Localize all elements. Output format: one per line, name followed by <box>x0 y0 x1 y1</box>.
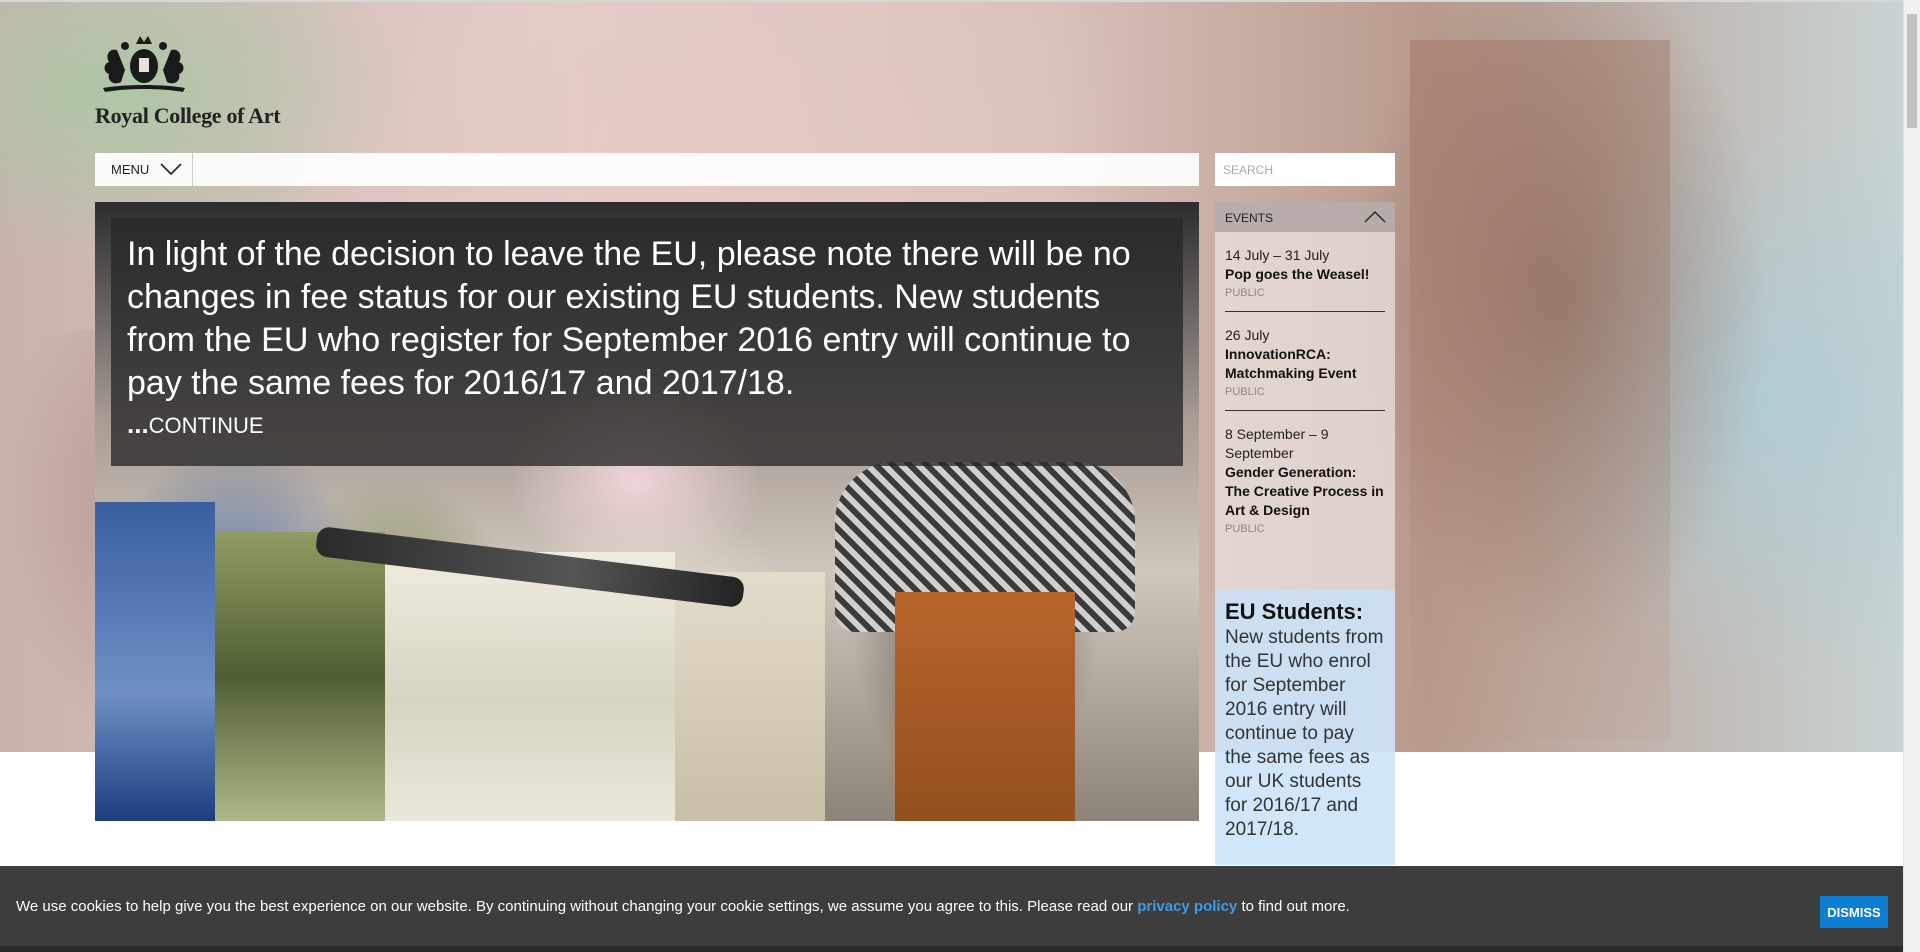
menu-bar: MENU <box>95 153 1199 186</box>
continue-dots: ... <box>127 409 149 439</box>
hero-photo-detail <box>95 502 215 821</box>
hero-image: In light of the decision to leave the EU… <box>95 202 1199 821</box>
event-date: 14 July – 31 July <box>1225 247 1330 263</box>
continue-link[interactable]: ...CONTINUE <box>127 409 264 440</box>
eu-students-notice[interactable]: EU Students: New students from the EU wh… <box>1215 590 1395 865</box>
search-input[interactable] <box>1215 153 1395 186</box>
hero-photo-detail <box>675 572 825 821</box>
cookie-banner: We use cookies to help give you the best… <box>0 866 1904 952</box>
events-panel: EVENTS 14 July – 31 July Pop goes the We… <box>1215 202 1395 590</box>
site-logo[interactable]: Royal College of Art <box>95 30 315 129</box>
royal-crest-icon <box>103 36 185 92</box>
hero-photo-detail <box>215 532 385 821</box>
event-title: Pop goes the Weasel! <box>1225 266 1370 282</box>
event-item[interactable]: 26 July InnovationRCA: Matchmaking Event… <box>1225 312 1385 411</box>
event-tag: PUBLIC <box>1225 287 1265 299</box>
cookie-text-after: to find out more. <box>1237 898 1350 915</box>
dismiss-button[interactable]: DISMISS <box>1820 896 1888 928</box>
eu-notice-body: New students from the EU who enrol for S… <box>1225 627 1384 840</box>
events-header[interactable]: EVENTS <box>1215 202 1395 232</box>
continue-label: CONTINUE <box>148 413 264 438</box>
event-item[interactable]: 8 September – 9 September Gender Generat… <box>1225 411 1385 547</box>
page-scrollbar[interactable] <box>1903 0 1920 952</box>
hero-notice: In light of the decision to leave the EU… <box>111 218 1183 466</box>
privacy-policy-link[interactable]: privacy policy <box>1137 898 1237 915</box>
scrollbar-thumb[interactable] <box>1907 14 1917 128</box>
event-item[interactable]: 14 July – 31 July Pop goes the Weasel! P… <box>1225 232 1385 312</box>
eu-notice-title: EU Students: <box>1225 599 1364 624</box>
event-title: InnovationRCA: Matchmaking Event <box>1225 346 1357 381</box>
event-tag: PUBLIC <box>1225 523 1265 535</box>
hero-photo-detail <box>895 592 1075 821</box>
bottom-strip <box>0 946 1904 952</box>
menu-label: MENU <box>111 162 150 177</box>
event-date: 8 September – 9 September <box>1225 426 1329 461</box>
chevron-down-icon <box>160 163 182 176</box>
background-shape <box>1410 40 1670 740</box>
events-title: EVENTS <box>1225 211 1274 225</box>
chevron-up-icon <box>1364 211 1386 223</box>
event-tag: PUBLIC <box>1225 386 1265 398</box>
menu-button[interactable]: MENU <box>95 153 193 186</box>
cookie-text-before: We use cookies to help give you the best… <box>16 898 1138 915</box>
site-name: Royal College of Art <box>95 103 281 128</box>
cookie-message: We use cookies to help give you the best… <box>16 898 1350 915</box>
hero-notice-text: In light of the decision to leave the EU… <box>127 235 1131 402</box>
event-date: 26 July <box>1225 327 1270 343</box>
event-title: Gender Generation: The Creative Process … <box>1225 464 1384 518</box>
top-border <box>0 0 1904 2</box>
